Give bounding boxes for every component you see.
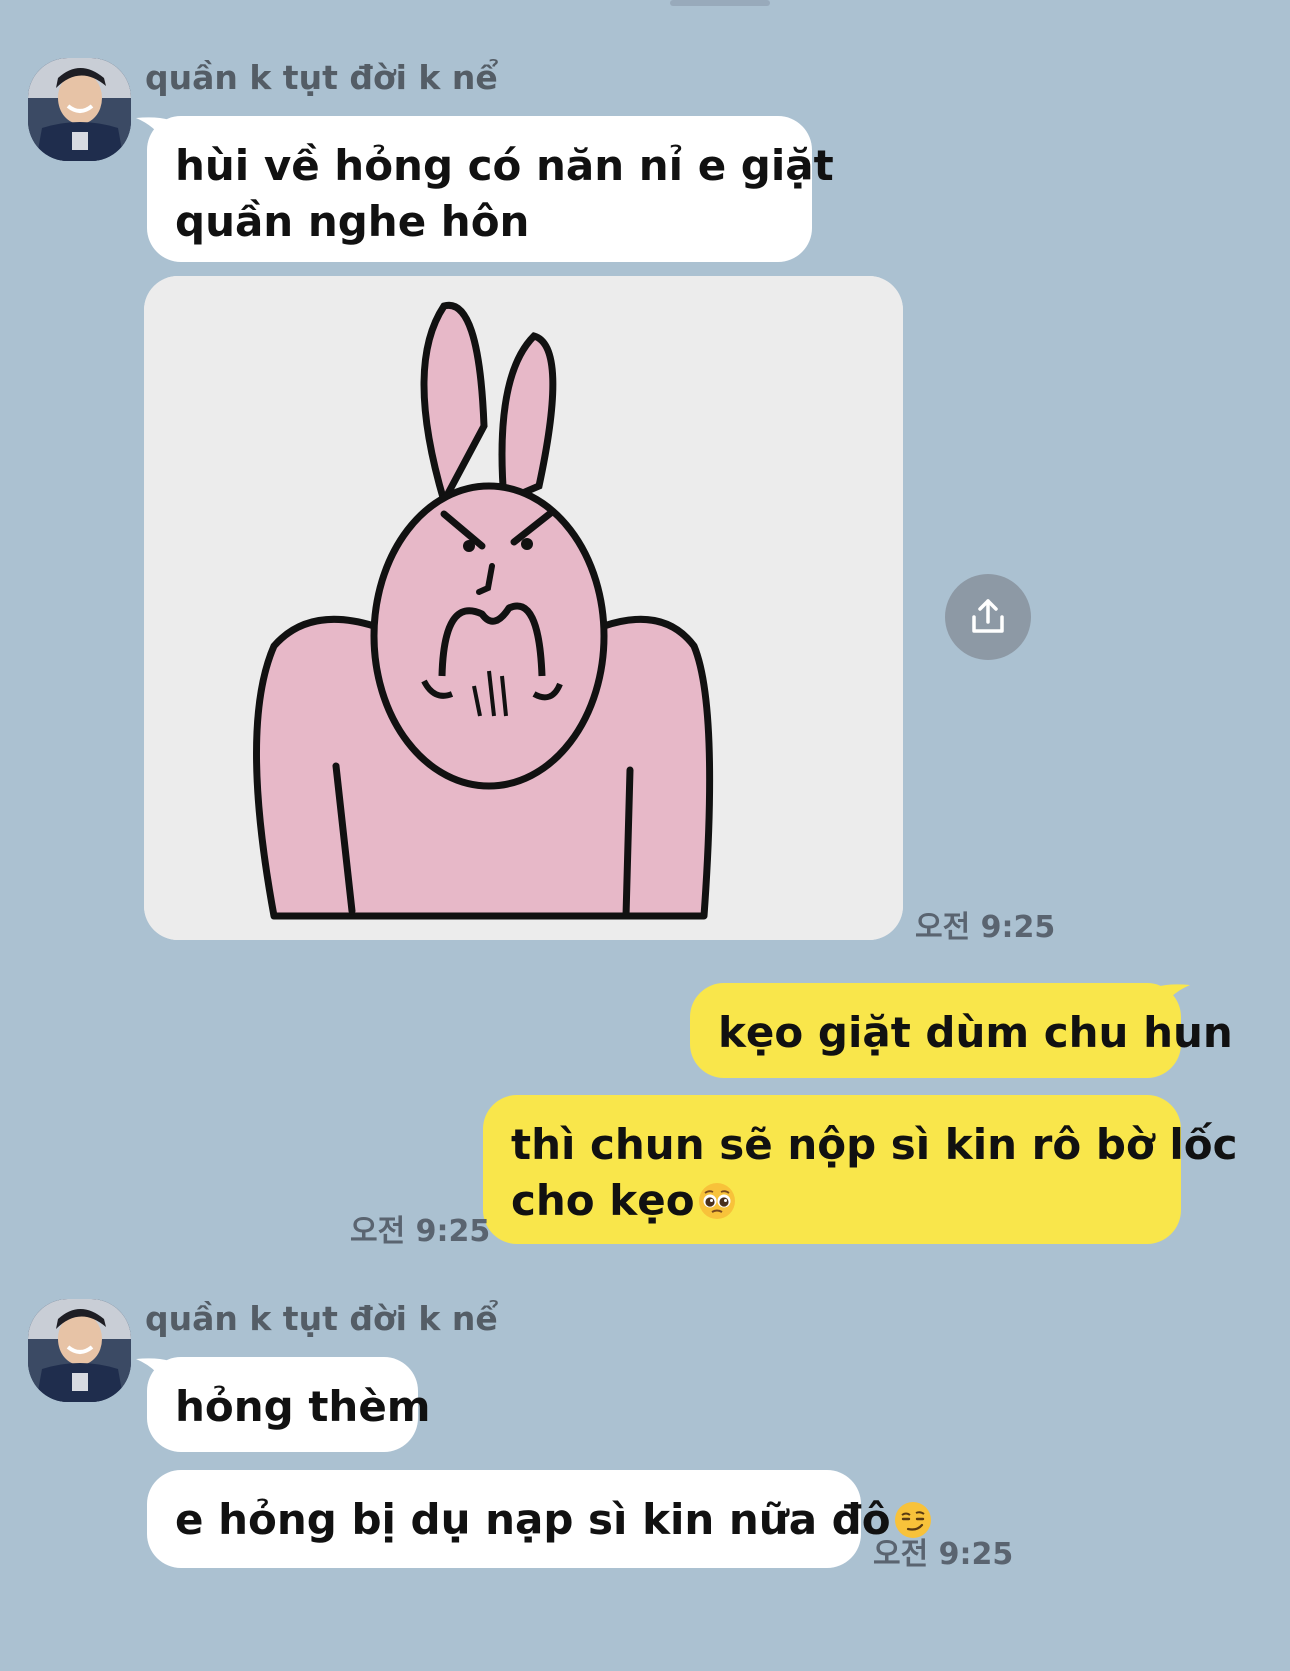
message-timestamp: 오전 9:25 — [873, 1537, 1014, 1572]
sender-avatar[interactable] — [28, 58, 131, 161]
message-timestamp: 오전 9:25 — [915, 910, 1056, 945]
bubble-tail — [136, 1357, 170, 1393]
message-text-line: hùi về hỏng có năn nỉ e giặt — [175, 141, 834, 190]
message-text-part: e hỏng bị dụ nạp sì kin nữa đô — [175, 1495, 891, 1544]
sticker-image[interactable] — [144, 276, 903, 940]
message-text-part: cho kẹo — [511, 1176, 695, 1225]
profile-photo — [28, 1299, 131, 1402]
message-text-line: thì chun sẽ nộp sì kin rô bờ lốc — [511, 1120, 1238, 1169]
message-bubble[interactable]: e hỏng bị dụ nạp sì kin nữa đô — [147, 1470, 931, 1568]
share-icon — [972, 599, 1004, 633]
message-timestamp: 오전 9:25 — [350, 1214, 491, 1249]
smirking-face-icon — [893, 1500, 933, 1540]
message-text-line: e hỏng bị dụ nạp sì kin nữa đô — [175, 1492, 931, 1548]
message-bubble[interactable]: hỏng thèm — [147, 1357, 431, 1452]
sender-name: quần k tụt đời k nể — [145, 58, 498, 97]
bubble-tail — [1156, 983, 1190, 1019]
message-text-line: cho kẹo — [511, 1173, 1153, 1229]
previous-message-fragment — [670, 0, 770, 6]
sender-avatar[interactable] — [28, 1299, 131, 1402]
message-text: kẹo giặt dùm chu hun — [718, 1008, 1233, 1057]
sender-name: quần k tụt đời k nể — [145, 1299, 498, 1338]
angry-pink-rabbit-sticker — [144, 276, 903, 940]
share-button[interactable] — [945, 574, 1031, 660]
message-bubble[interactable]: hùi về hỏng có năn nỉ e giặt quần nghe h… — [147, 116, 834, 262]
pleading-face-icon — [697, 1181, 737, 1221]
profile-photo — [28, 58, 131, 161]
message-text: hỏng thèm — [175, 1382, 431, 1431]
bubble-tail — [136, 116, 170, 152]
message-bubble[interactable]: thì chun sẽ nộp sì kin rô bờ lốc cho kẹo — [483, 1095, 1238, 1244]
message-bubble[interactable]: kẹo giặt dùm chu hun — [690, 983, 1233, 1078]
message-text-line: quần nghe hôn — [175, 197, 530, 246]
